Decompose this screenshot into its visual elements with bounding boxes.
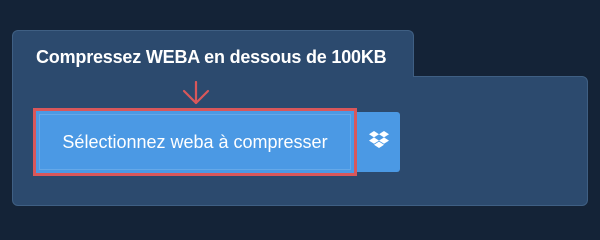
arrow-down-icon [182,80,210,105]
dropbox-button[interactable] [357,112,400,172]
compressor-widget: Compressez WEBA en dessous de 100KB Séle… [0,0,600,230]
select-file-button[interactable]: Sélectionnez weba à compresser [33,108,357,176]
dropbox-icon [368,130,390,155]
tab-title: Compressez WEBA en dessous de 100KB [36,47,387,67]
tab-panel-join [13,74,413,78]
select-file-label: Sélectionnez weba à compresser [62,131,328,152]
